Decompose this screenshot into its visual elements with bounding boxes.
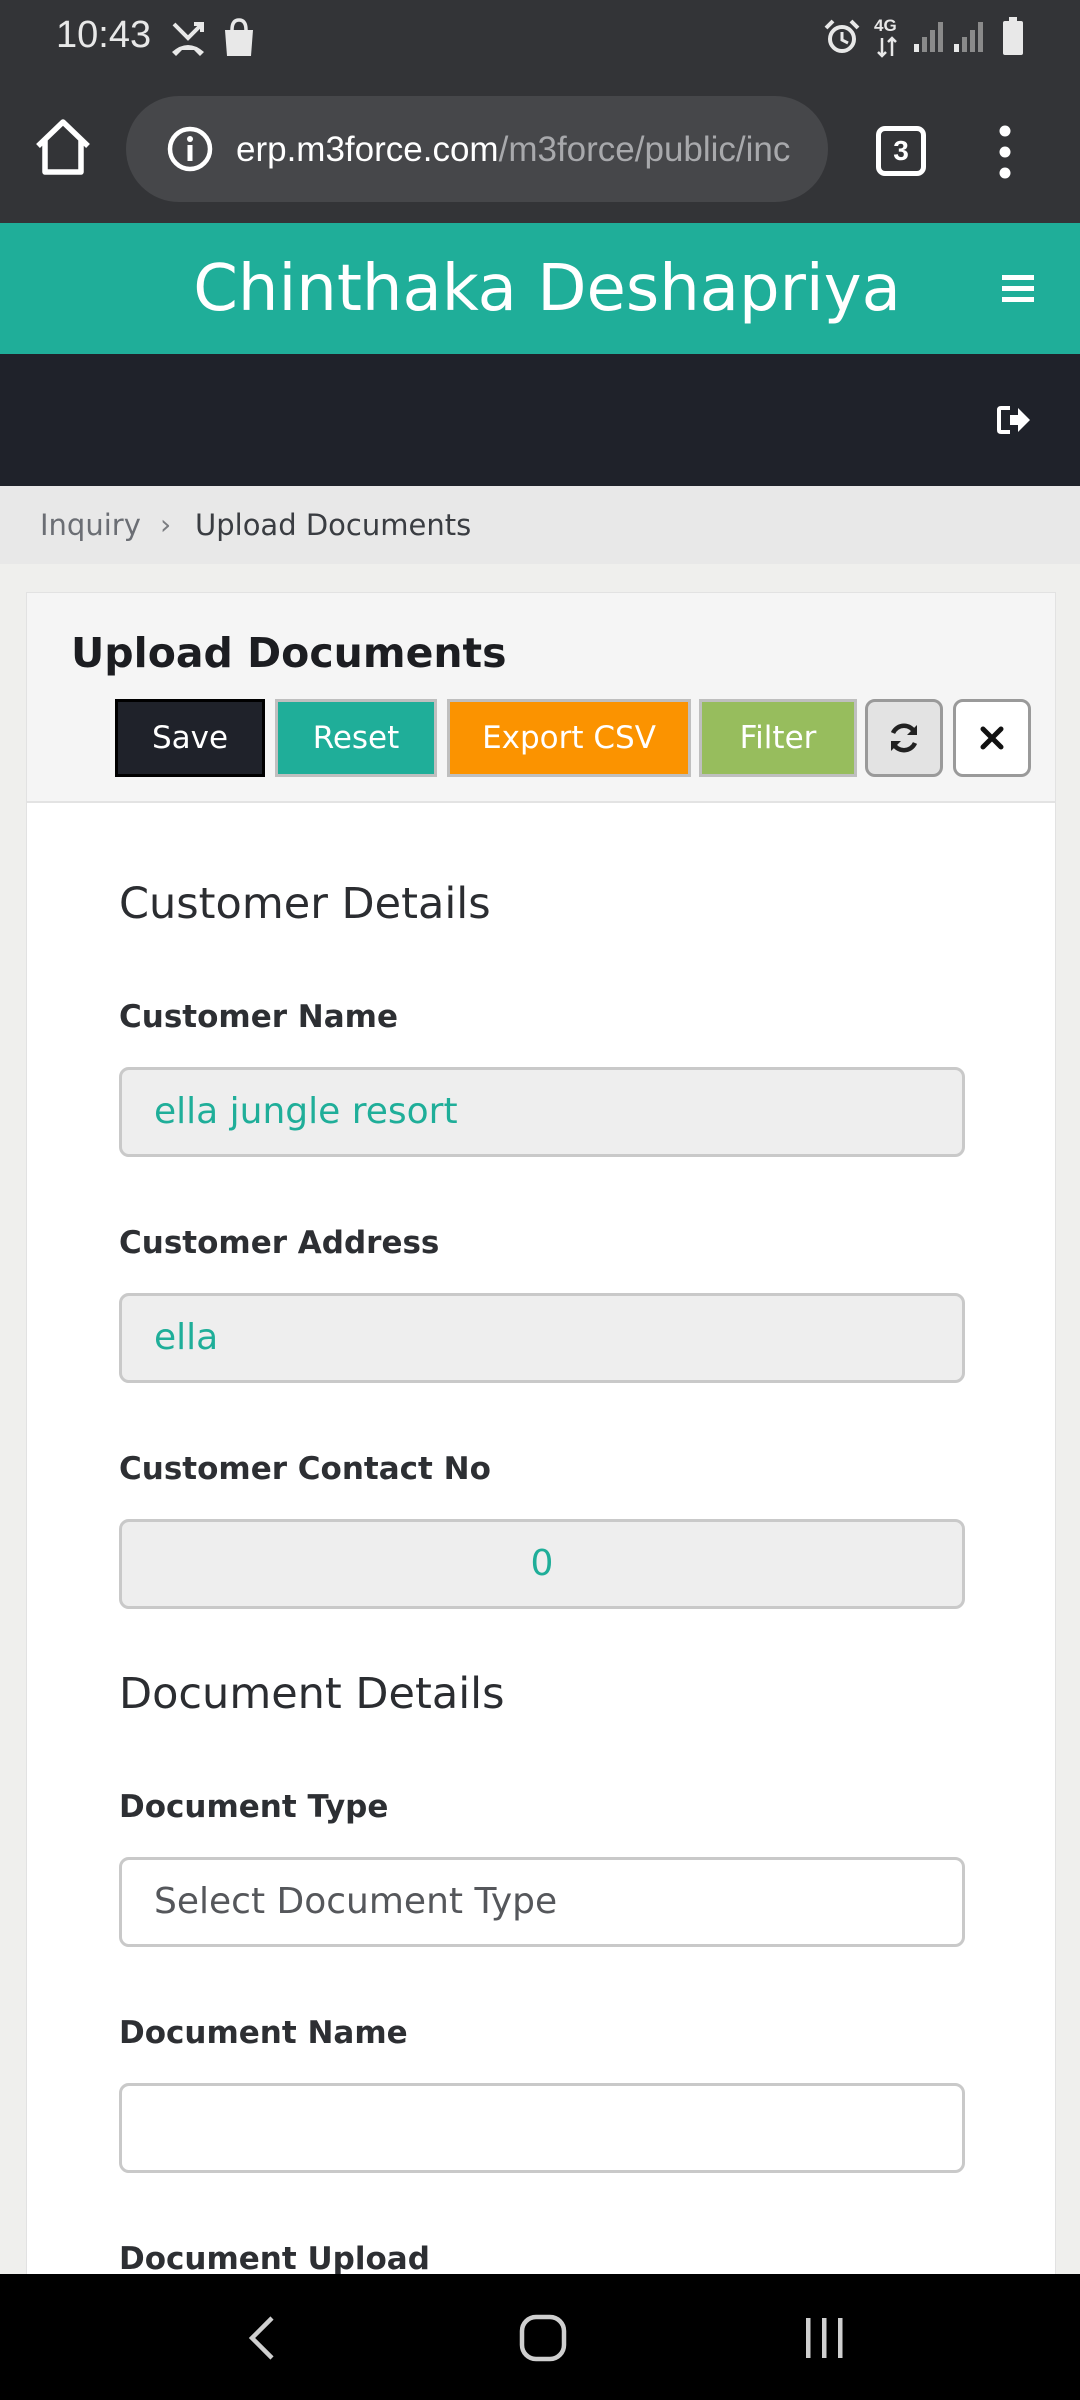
customer-contact-field[interactable]: 0 [119, 1519, 965, 1609]
close-button[interactable] [953, 699, 1031, 777]
document-type-select[interactable]: Select Document Type [119, 1857, 965, 1947]
more-vert-icon[interactable] [990, 124, 1020, 180]
tab-switcher-button[interactable]: 3 [876, 126, 926, 176]
breadcrumb-separator: › [160, 508, 172, 541]
page-title: Upload Documents [71, 629, 507, 677]
battery-icon [1003, 17, 1023, 55]
url-text[interactable]: erp.m3force.com/m3force/public/inc [236, 126, 806, 174]
app-title: Chinthaka Deshapriya [193, 252, 901, 326]
recents-icon[interactable] [802, 2314, 848, 2362]
refresh-button[interactable] [865, 699, 943, 777]
home-icon[interactable] [32, 116, 94, 178]
document-name-label: Document Name [119, 2015, 408, 2051]
close-icon [980, 726, 1004, 750]
customer-details-heading: Customer Details [119, 879, 491, 929]
signal-icon [914, 22, 943, 52]
breadcrumb: Inquiry › Upload Documents [0, 486, 1080, 564]
document-type-label: Document Type [119, 1789, 389, 1825]
document-upload-label: Document Upload [119, 2241, 430, 2277]
top-nav-bar [0, 354, 1080, 486]
home-circle-icon[interactable] [518, 2314, 568, 2362]
save-button[interactable]: Save [115, 699, 265, 777]
reset-button[interactable]: Reset [275, 699, 437, 777]
url-domain: erp.m3force.com [236, 130, 499, 169]
info-icon[interactable] [166, 125, 214, 173]
system-nav-bar [0, 2274, 1080, 2400]
network-type: 4G [874, 16, 897, 35]
signal-icon [954, 22, 983, 52]
alarm-icon [824, 19, 860, 53]
customer-address-label: Customer Address [119, 1225, 440, 1261]
customer-address-field[interactable]: ella [119, 1293, 965, 1383]
back-icon[interactable] [244, 2314, 280, 2362]
refresh-icon [890, 723, 918, 753]
breadcrumb-inquiry[interactable]: Inquiry [40, 486, 141, 564]
card-header: Upload Documents Save Reset Export CSV F… [27, 593, 1055, 803]
document-details-heading: Document Details [119, 1669, 505, 1719]
status-bar: 10:43 4G [0, 0, 1080, 78]
data-arrows-icon [877, 36, 897, 58]
missed-call-icon [172, 22, 204, 56]
customer-contact-label: Customer Contact No [119, 1451, 491, 1487]
upload-documents-card: Upload Documents Save Reset Export CSV F… [26, 592, 1056, 2400]
filter-button[interactable]: Filter [699, 699, 857, 777]
customer-name-field[interactable]: ella jungle resort [119, 1067, 965, 1157]
customer-name-label: Customer Name [119, 999, 398, 1035]
status-time: 10:43 [56, 14, 152, 56]
sign-out-icon[interactable] [996, 404, 1032, 436]
shopping-bag-icon [225, 18, 253, 56]
breadcrumb-upload-documents: Upload Documents [195, 508, 472, 542]
document-name-field[interactable] [119, 2083, 965, 2173]
url-path: /m3force/public/inc [498, 130, 791, 169]
hamburger-icon[interactable] [1000, 269, 1036, 309]
address-bar[interactable]: erp.m3force.com/m3force/public/inc [126, 96, 828, 202]
app-header: Chinthaka Deshapriya [0, 223, 1080, 354]
export-csv-button[interactable]: Export CSV [447, 699, 691, 777]
browser-toolbar: erp.m3force.com/m3force/public/inc 3 [0, 78, 1080, 223]
